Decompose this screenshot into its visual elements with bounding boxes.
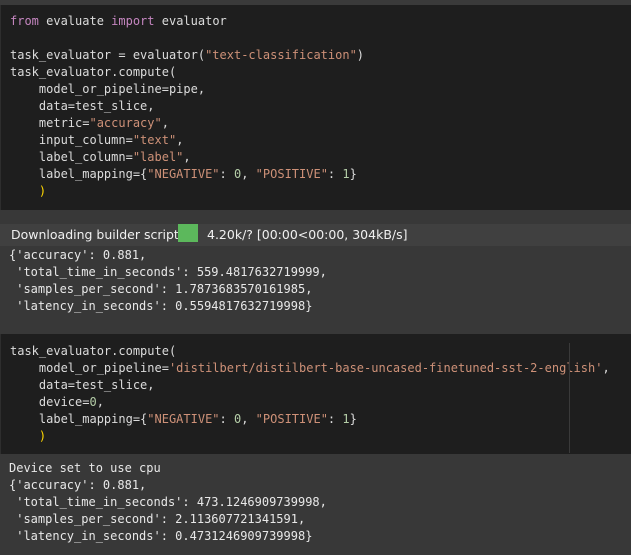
output-line: Device set to use cpu [9, 461, 161, 475]
code-token: task_evaluator.compute( [10, 344, 177, 358]
code-token: , [183, 150, 191, 164]
code-token: "text" [132, 133, 177, 147]
code-token: import [111, 14, 155, 28]
code-token: 1 [342, 412, 350, 426]
code-token: label_mapping={ [10, 167, 148, 181]
code-token: 0 [89, 395, 97, 409]
code-token: ) [356, 48, 365, 62]
code-line: device=0, [10, 394, 104, 411]
progress-bar [178, 224, 198, 242]
code-token: , [176, 133, 184, 147]
code-token: model_or_pipeline= [10, 361, 169, 375]
code-token: "POSITIVE" [255, 412, 328, 426]
code-token: device= [10, 395, 90, 409]
code-cell-1[interactable]: from evaluate import evaluator task_evalu… [0, 5, 631, 210]
code-token: : [219, 412, 234, 426]
code-line: ) [10, 183, 46, 200]
code-token: "NEGATIVE" [147, 167, 220, 181]
code-token: 'distilbert/distilbert-base-uncased-fine… [168, 361, 603, 375]
code-token: evaluator [154, 14, 227, 28]
code-token: , [602, 361, 610, 375]
code-token: task_evaluator.compute( [10, 65, 177, 79]
code-token: model_or_pipeline=pipe, [10, 82, 206, 96]
code-line: model_or_pipeline='distilbert/distilbert… [10, 360, 610, 377]
code-token: : [327, 167, 343, 181]
code-token: "text-classification" [205, 48, 357, 62]
code-line: label_mapping={"NEGATIVE": 0, "POSITIVE"… [10, 166, 357, 183]
code-token: ) [10, 429, 47, 443]
code-token: } [349, 167, 357, 181]
code-token: task_evaluator = evaluator( [10, 48, 206, 62]
code-token: "accuracy" [89, 116, 162, 130]
code-token: , [241, 167, 256, 181]
code-token: data=test_slice, [10, 99, 155, 113]
code-token: , [96, 395, 104, 409]
code-line: from evaluate import evaluator [10, 13, 227, 30]
code-token: , [241, 412, 256, 426]
code-token: "POSITIVE" [255, 167, 328, 181]
output-area-1: Downloading builder script: 4.20k/? [00:… [0, 210, 631, 334]
code-line: task_evaluator.compute( [10, 343, 176, 360]
output-line: 'samples_per_second': 2.113607721341591, [9, 512, 306, 526]
code-token: 1 [342, 167, 350, 181]
code-token: "NEGATIVE" [147, 412, 220, 426]
code-token: label_column= [10, 150, 133, 164]
code-line: task_evaluator = evaluator("text-classif… [10, 47, 364, 64]
output-line: {'accuracy': 0.881, [9, 248, 147, 262]
code-token: from [10, 14, 39, 28]
output-line: 'latency_in_seconds': 0.5594817632719998… [9, 299, 313, 313]
code-line: input_column="text", [10, 132, 184, 149]
code-token: ) [10, 184, 47, 198]
output-line: 'samples_per_second': 1.7873683570161985… [9, 282, 313, 296]
code-token: label_mapping={ [10, 412, 148, 426]
code-token: , [161, 116, 169, 130]
progress-stats: 4.20k/? [00:00<00:00, 304kB/s] [207, 227, 408, 242]
output-line: 'total_time_in_seconds': 473.12469097399… [9, 495, 327, 509]
code-token: metric= [10, 116, 90, 130]
output-line: {'accuracy': 0.881, [9, 478, 147, 492]
code-token: } [349, 412, 357, 426]
code-cell-2[interactable]: task_evaluator.compute( model_or_pipelin… [0, 334, 631, 454]
code-line: label_mapping={"NEGATIVE": 0, "POSITIVE"… [10, 411, 357, 428]
code-token: data=test_slice, [10, 378, 155, 392]
code-line: model_or_pipeline=pipe, [10, 81, 205, 98]
ruler-line [569, 343, 570, 453]
code-token: : [327, 412, 343, 426]
output-line: 'total_time_in_seconds': 559.48176327199… [9, 265, 327, 279]
progress-label: Downloading builder script: [11, 227, 184, 242]
code-token: "label" [132, 150, 184, 164]
progress-row: Downloading builder script: 4.20k/? [00:… [0, 224, 631, 246]
output-area-2: Device set to use cpu {'accuracy': 0.881,… [0, 454, 631, 555]
code-line: data=test_slice, [10, 98, 155, 115]
code-line: task_evaluator.compute( [10, 64, 176, 81]
code-line: label_column="label", [10, 149, 191, 166]
code-line: data=test_slice, [10, 377, 155, 394]
code-token: input_column= [10, 133, 133, 147]
code-token: evaluate [38, 14, 112, 28]
output-line: 'latency_in_seconds': 0.4731246909739998… [9, 529, 313, 543]
code-line: metric="accuracy", [10, 115, 169, 132]
code-token: : [219, 167, 234, 181]
code-line: ) [10, 428, 46, 445]
